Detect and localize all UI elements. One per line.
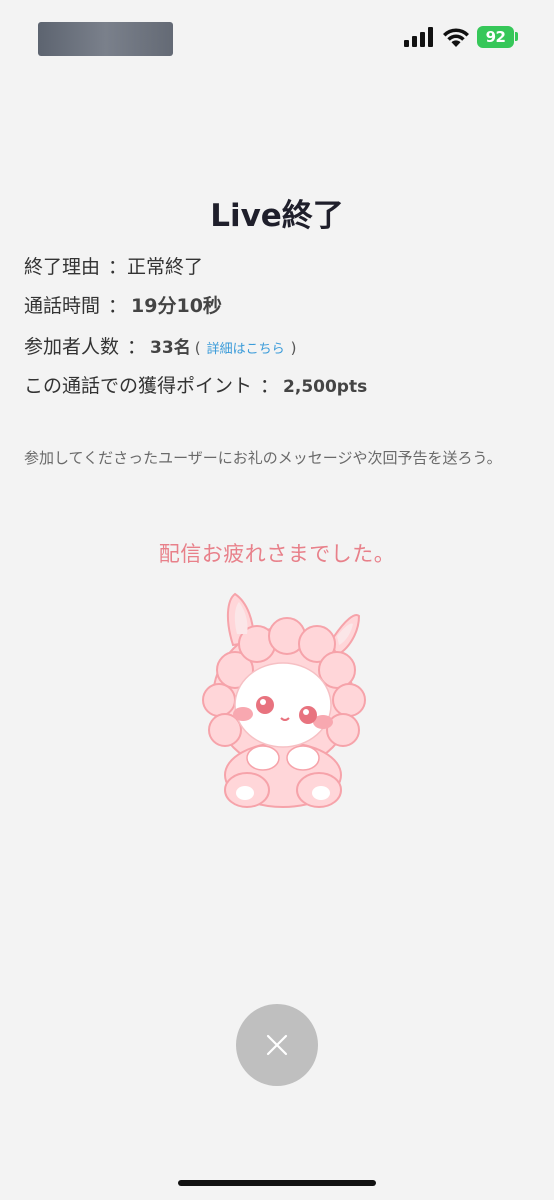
paren-close: ) (290, 339, 297, 357)
cellular-signal-icon (404, 27, 433, 47)
call-duration-row: 通話時間 ： 19分10秒 (24, 291, 222, 318)
battery-cap (515, 32, 518, 41)
thanks-message: 配信お疲れさまでした。 (158, 542, 396, 566)
participants-colon: ： (127, 336, 147, 358)
follow-up-message: 参加してくださったユーザーにお礼のメッセージや次回予告を送ろう。 (24, 449, 502, 467)
end-reason-label: 終了理由 (24, 256, 101, 278)
page-title: Live終了 (210, 198, 344, 234)
home-indicator (178, 1180, 376, 1186)
participants-row: 参加者人数 ： 33名( 詳細はこちら) (24, 332, 296, 359)
call-duration-colon: ： (108, 295, 128, 317)
end-reason-value: 正常終了 (127, 256, 204, 278)
call-duration-label: 通話時間 (24, 295, 101, 317)
call-duration-value: 19分10秒 (131, 295, 222, 317)
points-label: この通話での獲得ポイント (24, 375, 253, 397)
participants-details-link[interactable]: 詳細はこちら (207, 342, 285, 357)
battery-indicator: 92 (477, 26, 514, 48)
points-value: 2,500pts (283, 377, 368, 397)
points-row: この通話での獲得ポイント ： 2,500pts (24, 371, 367, 398)
paren-open: ( (194, 339, 201, 357)
wifi-icon (443, 28, 469, 47)
close-icon (266, 1034, 288, 1056)
participants-label: 参加者人数 (24, 336, 120, 358)
participants-value: 33名 (150, 338, 191, 358)
time-redacted (38, 22, 173, 56)
close-button[interactable] (236, 1004, 318, 1086)
sheep-mascot-illustration (202, 592, 366, 808)
end-reason-row: 終了理由 ：正常終了 (24, 252, 203, 279)
status-bar: 92 (0, 0, 554, 72)
points-colon: ： (260, 375, 280, 397)
end-reason-colon: ： (108, 256, 128, 278)
